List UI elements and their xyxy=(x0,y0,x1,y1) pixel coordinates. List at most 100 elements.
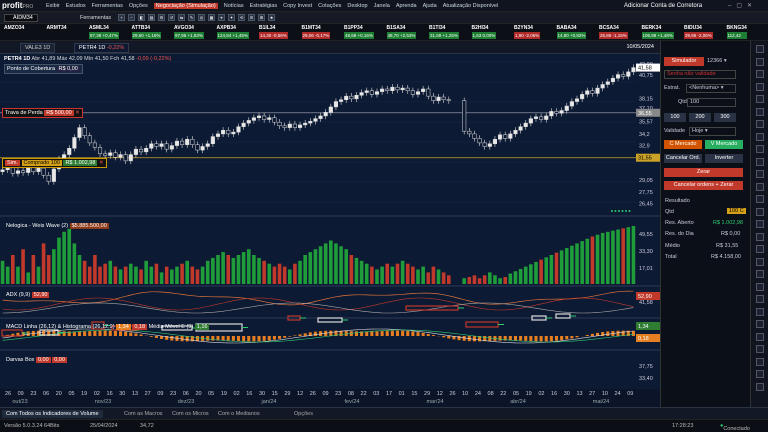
side-tool-icon[interactable] xyxy=(756,120,764,128)
toolbar-tool-icon[interactable]: ★ xyxy=(268,14,275,21)
simulator-badge[interactable]: Simulador xyxy=(664,57,704,66)
tab-macros[interactable]: Com as Macros xyxy=(120,410,167,418)
toolbar-tool-icon[interactable]: ◧ xyxy=(138,14,145,21)
ticker-bkng34[interactable]: BKNG34 112,42 xyxy=(726,25,747,39)
tab-options[interactable]: Opções xyxy=(290,410,317,418)
menu-item-0[interactable]: Exibir xyxy=(46,3,60,9)
ticker-b2yn34[interactable]: B2YN34 1,90 -2,06% xyxy=(514,25,541,39)
ticker-berk34[interactable]: BERK34 106,98 +1,48% xyxy=(641,25,674,39)
toolbar-tool-icon[interactable]: ▦ xyxy=(208,14,215,21)
side-tool-icon[interactable] xyxy=(756,357,764,366)
toolbar-tool-icon[interactable]: ⟲ xyxy=(238,14,245,21)
ticker-b1pp34[interactable]: B1PP34 48,88 +0,16% xyxy=(344,25,374,39)
side-tool-icon[interactable] xyxy=(756,207,764,216)
buy-market-button[interactable]: C Mercado xyxy=(664,140,702,149)
ticker-b1ti34[interactable]: B1TI34 31,69 +1,25% xyxy=(429,25,459,39)
toolbar-tool-icon[interactable]: − xyxy=(128,14,135,21)
cancel-and-zero-button[interactable]: Cancelar ordens + Zerar xyxy=(664,181,743,190)
ticker-bcsa34[interactable]: BCSA34 25,86 -1,15% xyxy=(599,25,628,39)
menu-item-2[interactable]: Ferramentas xyxy=(92,3,123,9)
ticker-attb34[interactable]: ATTB34 29,60 +1,16% xyxy=(131,25,162,39)
tab-petr4[interactable]: PETR4 1D -0,22% xyxy=(74,43,130,53)
menu-item-4[interactable]: Negociação (Simulação) xyxy=(153,3,218,9)
ponto-cobertura-label[interactable]: Ponto de Cobertura R$ 0,00 xyxy=(4,64,83,74)
side-tool-icon[interactable] xyxy=(756,170,764,178)
strategy-select[interactable]: <Nenhuma> ▾ xyxy=(686,84,736,93)
ticker-baba34[interactable]: BABA34 14,80 +0,82% xyxy=(556,25,587,39)
ticker-armt34[interactable]: ARMT34 xyxy=(47,25,67,32)
menu-item-8[interactable]: Cotações xyxy=(318,3,341,9)
toolbar-tool-icon[interactable]: ⇆ xyxy=(178,14,185,21)
menu-item-11[interactable]: Aprenda xyxy=(396,3,417,9)
asset-search-input[interactable]: AIDM34 xyxy=(4,14,38,22)
toolbar-tool-icon[interactable]: ⊞ xyxy=(258,14,265,21)
side-tool-icon[interactable] xyxy=(756,95,764,103)
ticker-b1il34[interactable]: B1IL34 14,30 -0,56% xyxy=(259,25,288,39)
menu-item-5[interactable]: Notícias xyxy=(224,3,244,9)
side-tool-icon[interactable] xyxy=(756,257,764,266)
menu-item-1[interactable]: Estudos xyxy=(66,3,86,9)
ticker-asml34[interactable]: ASML34 87,38 +0,47% xyxy=(89,25,119,39)
side-tool-icon[interactable] xyxy=(756,232,764,241)
menu-item-9[interactable]: Desktop xyxy=(347,3,367,9)
tab-medianos[interactable]: Com o Medianos xyxy=(214,410,264,418)
account-select[interactable]: 12366 ▾ xyxy=(707,58,727,64)
stop-loss-label[interactable]: Trava de Perda R$ 500,00 ✕ xyxy=(2,108,83,118)
menu-item-12[interactable]: Ajuda xyxy=(423,3,437,9)
toolbar-tool-icon[interactable]: ⌖ xyxy=(218,14,225,21)
side-tool-icon[interactable] xyxy=(756,132,764,141)
ticker-b1mt34[interactable]: B1MT34 29,06 -0,17% xyxy=(301,25,331,39)
ticker-axpb34[interactable]: AXPB34 124,84 +1,45% xyxy=(216,25,249,39)
menu-item-13[interactable]: Atualização Disponível xyxy=(443,3,499,9)
chart-area[interactable]: 42,0040,7538,1537,1035,5734,232,931,5529… xyxy=(0,54,660,407)
side-tool-icon[interactable] xyxy=(756,282,764,291)
side-tool-icon[interactable] xyxy=(756,295,764,303)
side-tool-icon[interactable] xyxy=(756,382,764,391)
side-tool-icon[interactable] xyxy=(756,370,764,378)
cancel-orders-button[interactable]: Cancelar Ord. xyxy=(664,154,702,163)
add-account-button[interactable]: Adicionar Conta de Corretora xyxy=(624,3,702,9)
side-tool-icon[interactable] xyxy=(756,270,764,278)
side-tool-icon[interactable] xyxy=(756,332,764,341)
tools-dropdown[interactable]: Ferramentas xyxy=(80,15,111,21)
side-tool-icon[interactable] xyxy=(756,57,764,66)
ticker-b1sa34[interactable]: B1SA34 48,70 +2,53% xyxy=(386,25,417,39)
window-controls[interactable]: –▢✕ xyxy=(728,2,757,9)
menu-item-6[interactable]: Estratégias xyxy=(250,3,278,9)
toolbar-tool-icon[interactable]: ↺ xyxy=(168,14,175,21)
validity-select[interactable]: Hoje ▾ xyxy=(689,127,736,136)
menu-item-7[interactable]: Copy Invest xyxy=(283,3,312,9)
toolbar-tool-icon[interactable]: ▤ xyxy=(148,14,155,21)
invert-button[interactable]: Inverter xyxy=(705,154,743,163)
side-tool-icon[interactable] xyxy=(756,220,764,228)
side-tool-icon[interactable] xyxy=(756,45,764,53)
qty-300-button[interactable]: 300 xyxy=(714,113,736,122)
toolbar-tool-icon[interactable]: ☰ xyxy=(248,14,255,21)
side-tool-icon[interactable] xyxy=(756,182,764,191)
side-tool-icon[interactable] xyxy=(756,70,764,78)
price-chart-svg[interactable]: 42,0040,7538,1537,1035,5734,232,931,5529… xyxy=(0,54,660,407)
ticker-amzo34[interactable]: AMZO34 xyxy=(4,25,24,32)
menu-item-3[interactable]: Opções xyxy=(129,3,148,9)
qty-100-button[interactable]: 100 xyxy=(664,113,686,122)
password-field[interactable]: Senha não validade xyxy=(664,70,736,79)
side-tool-icon[interactable] xyxy=(756,157,764,166)
side-tool-icon[interactable] xyxy=(756,345,764,353)
tab-all-volume[interactable]: Com Todos os Indicadores de Volume xyxy=(2,410,103,418)
side-tool-icon[interactable] xyxy=(756,320,764,328)
menu-item-10[interactable]: Janela xyxy=(374,3,390,9)
ticker-b2hi34[interactable]: B2HI34 1,63 0,00% xyxy=(471,25,497,39)
tab-vale3[interactable]: VALE3 1D xyxy=(20,43,56,53)
tab-micros[interactable]: Com os Micros xyxy=(168,410,213,418)
toolbar-tool-icon[interactable]: ◎ xyxy=(198,14,205,21)
side-tool-icon[interactable] xyxy=(756,107,764,116)
toolbar-tool-icon[interactable]: ⚙ xyxy=(158,14,165,21)
side-tool-icon[interactable] xyxy=(756,82,764,91)
toolbar-tool-icon[interactable]: ✦ xyxy=(228,14,235,21)
qty-200-button[interactable]: 200 xyxy=(689,113,711,122)
side-tool-icon[interactable] xyxy=(756,307,764,316)
toolbar-tool-icon[interactable]: + xyxy=(118,14,125,21)
toolbar-tool-icon[interactable]: ✎ xyxy=(188,14,195,21)
side-tool-icon[interactable] xyxy=(756,245,764,253)
side-tool-icon[interactable] xyxy=(756,145,764,153)
